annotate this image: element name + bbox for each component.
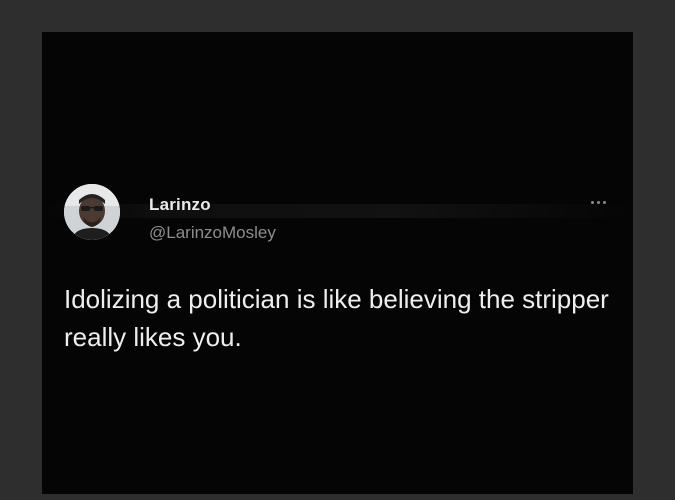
- tweet-card[interactable]: Larinzo @LarinzoMosley Idolizing a polit…: [42, 32, 633, 494]
- author-name[interactable]: Larinzo: [149, 195, 211, 215]
- user-avatar-icon: [64, 184, 120, 240]
- tweet-text: Idolizing a politician is like believing…: [64, 284, 609, 352]
- more-dot: [596, 200, 600, 204]
- more-dot: [602, 200, 606, 204]
- author-handle[interactable]: @LarinzoMosley: [149, 223, 276, 243]
- screenshot-frame: Larinzo @LarinzoMosley Idolizing a polit…: [0, 0, 675, 500]
- avatar[interactable]: [64, 184, 120, 240]
- more-dot: [590, 200, 594, 204]
- background-artifact: [42, 204, 633, 218]
- more-options-icon[interactable]: [583, 192, 613, 212]
